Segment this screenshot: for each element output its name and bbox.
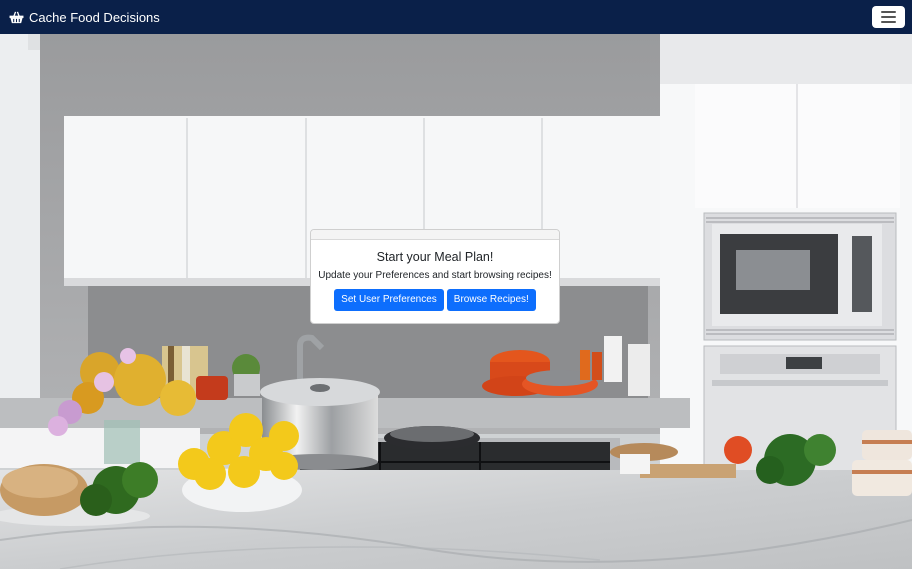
card-header [311,230,559,240]
brand-link[interactable]: Cache Food Decisions [9,10,160,25]
card-title: Start your Meal Plan! [376,250,494,264]
set-user-preferences-button[interactable]: Set User Preferences [334,289,444,311]
menu-toggle-button[interactable] [872,6,905,28]
card-text: Update your Preferences and start browsi… [318,270,552,281]
meal-plan-card: Start your Meal Plan! Update your Prefer… [310,229,560,324]
browse-recipes-button[interactable]: Browse Recipes! [446,289,536,311]
hamburger-menu-icon [881,11,896,13]
basket-icon [9,11,24,23]
brand-name[interactable]: Cache Food Decisions [29,10,160,25]
card-actions: Set User Preferences Browse Recipes! [311,289,559,311]
navbar: Cache Food Decisions [0,0,912,34]
